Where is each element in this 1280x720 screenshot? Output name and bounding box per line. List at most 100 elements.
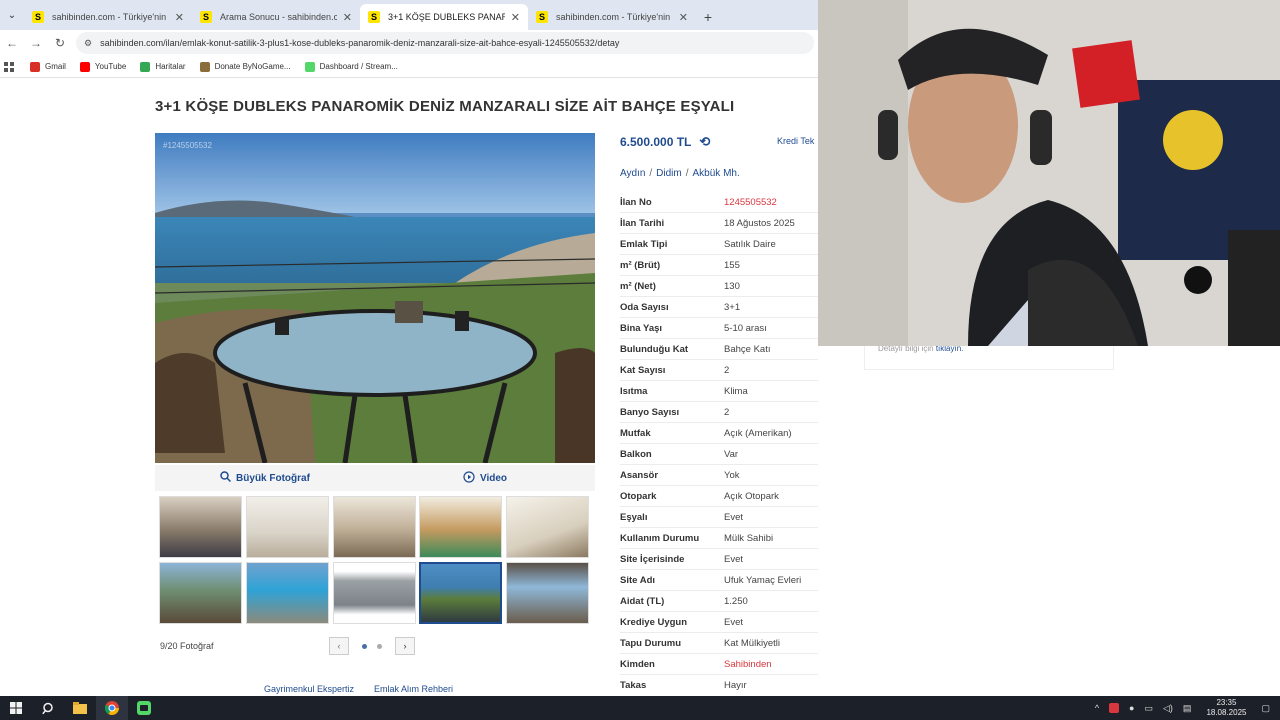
- windows-start-icon[interactable]: [0, 696, 32, 720]
- detail-key: Balkon: [620, 448, 652, 460]
- chevron-up-icon[interactable]: ^: [1095, 703, 1099, 713]
- keyboard-icon[interactable]: ▤: [1183, 703, 1192, 714]
- thumbnail[interactable]: [246, 562, 329, 624]
- thumbnail[interactable]: [419, 496, 502, 558]
- pager-dot[interactable]: [362, 643, 367, 649]
- volume-icon[interactable]: ◁): [1163, 703, 1173, 714]
- tab-listing-active[interactable]: S 3+1 KÖŞE DUBLEKS PANAROM ✕: [360, 4, 528, 30]
- back-arrow-icon[interactable]: ←: [0, 30, 24, 56]
- next-page-icon[interactable]: ›: [395, 637, 415, 655]
- site-info-icon[interactable]: ⚙: [84, 38, 92, 49]
- microphone-icon[interactable]: ●: [1129, 703, 1134, 713]
- detail-row: Site Adı Ufuk Yamaç Evleri: [620, 570, 818, 591]
- bookmark-label: YouTube: [94, 62, 127, 71]
- app-tray-icon[interactable]: [1109, 703, 1120, 713]
- detail-value: Var: [724, 448, 739, 460]
- thumbnail-selected[interactable]: [419, 562, 502, 624]
- tab-sahibinden-1[interactable]: S sahibinden.com - Türkiye'nin O ✕: [24, 4, 192, 30]
- new-tab-plus-icon[interactable]: +: [696, 4, 720, 30]
- bookmark-gmail[interactable]: Gmail: [30, 61, 66, 72]
- forward-arrow-icon[interactable]: →: [24, 30, 48, 56]
- streaming-app-icon[interactable]: [128, 696, 160, 720]
- chrome-icon[interactable]: [96, 696, 128, 720]
- thumbnail[interactable]: [159, 562, 242, 624]
- separator: /: [685, 168, 689, 179]
- clock[interactable]: 23:35 18.08.2025: [1206, 698, 1246, 718]
- search-icon[interactable]: [32, 696, 64, 720]
- detail-key: Mutfak: [620, 427, 651, 439]
- detail-value: 130: [724, 280, 740, 292]
- play-circle-icon: [463, 470, 475, 486]
- tab-search-icon[interactable]: ⌄: [0, 0, 24, 30]
- detail-value: Klima: [724, 385, 748, 397]
- sahibinden-favicon-icon: S: [32, 11, 44, 23]
- detail-value: 155: [724, 259, 740, 271]
- location-city[interactable]: Aydın: [620, 168, 645, 179]
- thumbnail[interactable]: [159, 496, 242, 558]
- detail-value: Yok: [724, 469, 740, 481]
- thumbnail[interactable]: [506, 496, 589, 558]
- tab-close-icon[interactable]: ✕: [343, 11, 352, 24]
- detail-key: Tapu Durumu: [620, 637, 682, 649]
- tab-close-icon[interactable]: ✕: [511, 11, 520, 24]
- footer-link-ekspertiz[interactable]: Gayrimenkul Ekspertiz: [264, 684, 354, 694]
- separator: /: [649, 168, 653, 179]
- main-photo[interactable]: #1245505532: [155, 133, 595, 463]
- detail-row: Oda Sayısı 3+1: [620, 297, 818, 318]
- dashboard-icon: [304, 61, 315, 72]
- bookmark-donate[interactable]: Donate ByNoGame...: [199, 61, 291, 72]
- detail-key: Kimden: [620, 658, 655, 670]
- detail-row: Site İçerisinde Evet: [620, 549, 818, 570]
- detail-key: Otopark: [620, 490, 657, 502]
- detail-row: Emlak Tipi Satılık Daire: [620, 234, 818, 255]
- bookmarks-bar: Gmail YouTube Haritalar Donate ByNoGame.…: [0, 56, 818, 78]
- bookmark-dashboard[interactable]: Dashboard / Stream...: [304, 61, 398, 72]
- big-photo-button[interactable]: Büyük Fotoğraf: [155, 465, 375, 491]
- bookmark-label: Dashboard / Stream...: [319, 62, 398, 71]
- notifications-icon[interactable]: ▢: [1261, 703, 1270, 714]
- price-history-icon[interactable]: ⟲: [699, 134, 710, 150]
- thumbnail[interactable]: [246, 496, 329, 558]
- pager-dot[interactable]: [377, 643, 382, 649]
- bookmark-youtube[interactable]: YouTube: [79, 61, 127, 72]
- gmail-icon: [30, 61, 40, 72]
- detail-value: Bahçe Katı: [724, 343, 771, 355]
- url-input[interactable]: ⚙ sahibinden.com/ilan/emlak-konut-satili…: [76, 32, 814, 54]
- tab-bar: ⌄ S sahibinden.com - Türkiye'nin O ✕ S A…: [0, 0, 818, 30]
- reload-icon[interactable]: ↻: [48, 30, 72, 56]
- file-explorer-icon[interactable]: [64, 696, 96, 720]
- tab-close-icon[interactable]: ✕: [679, 11, 688, 24]
- thumbnail[interactable]: [333, 562, 416, 624]
- tab-title: 3+1 KÖŞE DUBLEKS PANAROM: [388, 12, 505, 22]
- detail-value: Satılık Daire: [724, 238, 776, 250]
- tab-sahibinden-2[interactable]: S sahibinden.com - Türkiye'nin O ✕: [528, 4, 696, 30]
- location-neighborhood[interactable]: Akbük Mh.: [693, 168, 740, 179]
- price-value: 6.500.000 TL: [620, 135, 692, 149]
- detail-value: 5-10 arası: [724, 322, 767, 334]
- network-icon[interactable]: ▭: [1144, 703, 1153, 714]
- thumbnail[interactable]: [333, 496, 416, 558]
- detail-value: Evet: [724, 616, 744, 628]
- bookmark-maps[interactable]: Haritalar: [140, 61, 186, 72]
- photo-pager: ‹ ›: [329, 637, 415, 655]
- details-table: İlan No 1245505532 İlan Tarihi 18 Ağustos …: [620, 192, 818, 694]
- thumbnail[interactable]: [506, 562, 589, 624]
- webcam-overlay: [818, 0, 1280, 346]
- tab-close-icon[interactable]: ✕: [175, 11, 184, 24]
- detail-key: Oda Sayısı: [620, 301, 669, 313]
- windows-taskbar: ^ ● ▭ ◁) ▤ 23:35 18.08.2025 ▢: [0, 696, 1280, 720]
- detail-row: Kullanım Durumu Mülk Sahibi: [620, 528, 818, 549]
- footer-links: Gayrimenkul Ekspertiz Emlak Alım Rehberi: [264, 684, 473, 694]
- location-district[interactable]: Didim: [656, 168, 682, 179]
- detail-row: Bina Yaşı 5-10 arası: [620, 318, 818, 339]
- detail-value[interactable]: Sahibinden: [724, 659, 772, 670]
- footer-link-rehber[interactable]: Emlak Alım Rehberi: [374, 684, 453, 694]
- detail-value: Açık Otopark: [724, 490, 779, 502]
- tab-search-result[interactable]: S Arama Sonucu - sahibinden.com ✕: [192, 4, 360, 30]
- apps-grid-icon[interactable]: [4, 61, 14, 72]
- video-button[interactable]: Video: [375, 465, 595, 491]
- detail-key: Aidat (TL): [620, 595, 665, 607]
- prev-page-icon[interactable]: ‹: [329, 637, 349, 655]
- kredi-link[interactable]: Kredi Tek: [777, 136, 814, 146]
- detail-value: Hayır: [724, 679, 747, 691]
